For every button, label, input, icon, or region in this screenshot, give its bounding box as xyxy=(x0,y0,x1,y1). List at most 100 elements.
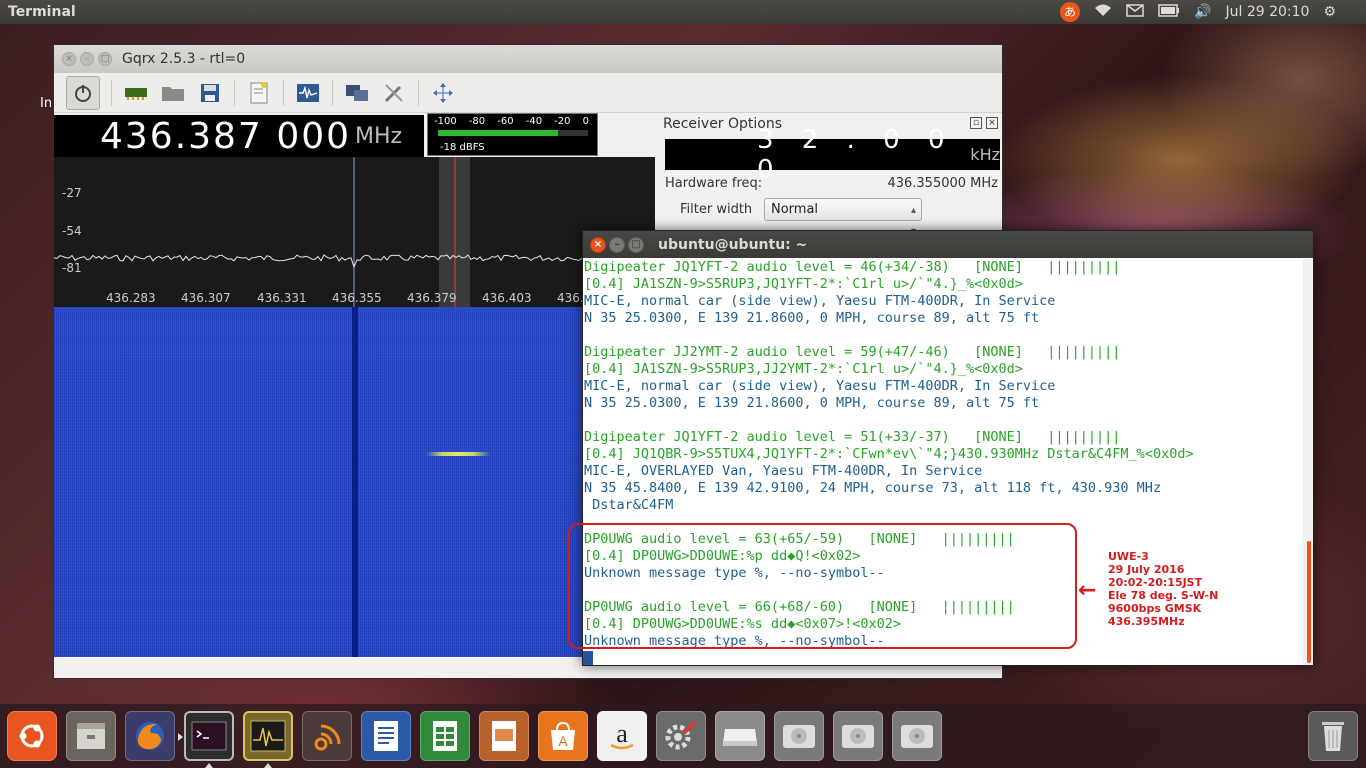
terminal-scrollbar[interactable] xyxy=(1303,259,1313,665)
folder-icon[interactable] xyxy=(160,80,186,106)
network-icon[interactable] xyxy=(302,711,352,761)
hardware-freq-value: 436.355000 MHz xyxy=(887,176,998,191)
smeter-tick: -20 xyxy=(554,116,571,127)
active-app-title: Terminal xyxy=(8,4,76,20)
tools-icon[interactable] xyxy=(381,80,407,106)
fft-settings-icon[interactable] xyxy=(295,80,321,106)
gqrx-titlebar[interactable]: × – □ Gqrx 2.5.3 - rtl=0 xyxy=(54,45,1002,73)
volume-icon[interactable]: 🔊 xyxy=(1194,4,1211,20)
disk-icon[interactable] xyxy=(833,711,883,761)
toolbar-separator xyxy=(234,79,235,106)
minimize-icon[interactable]: – xyxy=(609,236,625,253)
filter-width-value: Normal xyxy=(771,202,819,217)
smeter-tick: -80 xyxy=(468,116,486,127)
terminal-window-title: ubuntu@ubuntu: ~ xyxy=(658,236,808,253)
files-icon[interactable] xyxy=(66,711,116,761)
impress-icon[interactable] xyxy=(479,711,529,761)
running-indicator xyxy=(264,763,272,768)
terminal-line: MIC-E, normal car (side view), Yaesu FTM… xyxy=(584,378,1056,394)
maximize-icon[interactable]: □ xyxy=(628,236,644,253)
frequency-value[interactable]: 436.387 000 xyxy=(100,116,351,157)
smeter-fill xyxy=(438,130,558,136)
hardware-icon[interactable] xyxy=(123,80,149,106)
offset-display[interactable]: 3 2 . 0 0 0 kHz xyxy=(665,125,1000,185)
terminal-line: MIC-E, normal car (side view), Yaesu FTM… xyxy=(584,293,1056,309)
toolbar-separator xyxy=(283,79,284,106)
annotation-arrow: ← xyxy=(1078,578,1097,603)
disk-icon[interactable] xyxy=(892,711,942,761)
signal-meter: -100 -80 -60 -40 -20 0 -18 dBFS xyxy=(427,113,598,156)
gqrx-icon[interactable] xyxy=(243,711,293,768)
terminal-line: N 35 25.0300, E 139 21.8600, 0 MPH, cour… xyxy=(584,310,1040,326)
annotation-line: 9600bps GMSK xyxy=(1108,602,1202,615)
terminal-line: [0.4] JA1SZN-9>S5RUP3,JJ2YMT-2*:`C1rl u>… xyxy=(584,361,1023,377)
terminal-titlebar[interactable]: × – □ ubuntu@ubuntu: ~ xyxy=(583,231,1313,258)
toolbar-separator xyxy=(111,79,112,106)
close-icon[interactable]: × xyxy=(62,52,76,66)
toolbar-separator xyxy=(332,79,333,106)
mail-icon[interactable] xyxy=(1126,3,1144,21)
writer-icon[interactable] xyxy=(361,711,411,761)
annotation-highlight-box xyxy=(568,523,1077,649)
spectrum-plot[interactable]: -27 -54 -81 436.283 436.307 436.331 436.… xyxy=(54,157,655,307)
calc-icon[interactable] xyxy=(420,711,470,761)
annotation-text: UWE-3 29 July 2016 20:02-20:15JST Ele 78… xyxy=(1108,550,1218,628)
spectrum-y-label: -81 xyxy=(62,261,82,275)
spectrum-trace xyxy=(54,157,655,307)
ime-indicator-icon[interactable]: あ xyxy=(1060,2,1081,22)
scrollbar-thumb[interactable] xyxy=(1307,541,1311,663)
filter-width-select[interactable]: Normal ▴▾ xyxy=(764,198,922,237)
offset-unit: kHz xyxy=(970,145,1000,164)
terminal-icon[interactable] xyxy=(178,711,234,768)
running-indicator xyxy=(178,733,183,741)
annotation-line: Ele 78 deg. S-W-N xyxy=(1108,589,1219,602)
annotation-line: 20:02-20:15JST xyxy=(1108,576,1203,589)
close-icon[interactable]: × xyxy=(986,117,998,129)
annotation-line: UWE-3 xyxy=(1108,550,1149,563)
spectrum-y-label: -54 xyxy=(62,224,82,238)
wifi-icon[interactable] xyxy=(1094,3,1112,21)
frequency-display[interactable]: 436.387 000 MHz xyxy=(54,115,424,157)
svg-text:A: A xyxy=(558,733,568,749)
waterfall-signal-burst xyxy=(426,452,490,456)
remote-control-icon[interactable] xyxy=(344,80,370,106)
top-panel: Terminal あ 🔊 Jul 29 20:10 ⚙ xyxy=(0,0,1366,24)
software-center-icon[interactable]: A xyxy=(538,711,588,761)
spectrum-x-label: 436.307 xyxy=(181,291,231,305)
bookmark-icon[interactable] xyxy=(246,80,272,106)
launcher-bar: A a xyxy=(0,704,1366,768)
system-settings-icon[interactable] xyxy=(656,711,706,761)
terminal-line: [0.4] JA1SZN-9>S5RUP3,JQ1YFT-2*:`C1rl u>… xyxy=(584,276,1023,292)
smeter-tick: 0 xyxy=(582,116,589,127)
annotation-line: 29 July 2016 xyxy=(1108,563,1185,576)
amazon-icon[interactable]: a xyxy=(597,711,647,761)
ubuntu-dash-icon[interactable] xyxy=(7,711,57,761)
disk-icon[interactable] xyxy=(774,711,824,761)
clock[interactable]: Jul 29 20:10 xyxy=(1225,4,1309,20)
spectrum-x-label: 436.355 xyxy=(332,291,382,305)
maximize-icon[interactable]: □ xyxy=(98,52,112,66)
power-icon[interactable] xyxy=(66,75,100,110)
save-icon[interactable] xyxy=(197,80,223,106)
indicator-area: あ 🔊 Jul 29 20:10 ⚙ xyxy=(1060,0,1366,24)
smeter-tick: -40 xyxy=(525,116,543,127)
gear-icon[interactable]: ⚙ xyxy=(1323,4,1336,20)
fullscreen-icon[interactable] xyxy=(430,80,456,106)
trash-icon[interactable] xyxy=(1308,711,1358,761)
terminal-line: Digipeater JQ1YFT-2 audio level = 46(+34… xyxy=(584,259,1121,275)
spectrum-x-label: 436.403 xyxy=(482,291,532,305)
spectrum-x-label: 436.331 xyxy=(257,291,307,305)
spectrum-y-label: -27 xyxy=(62,186,82,200)
battery-icon[interactable] xyxy=(1158,3,1180,21)
waterfall-display[interactable] xyxy=(54,307,655,657)
smeter-level-text: -18 dBFS xyxy=(440,142,485,153)
terminal-line: MIC-E, OVERLAYED Van, Yaesu FTM-400DR, I… xyxy=(584,463,983,479)
terminal-line: Digipeater JJ2YMT-2 audio level = 59(+47… xyxy=(584,344,1121,360)
float-panel-icon[interactable]: ▫ xyxy=(970,117,982,129)
frequency-unit: MHz xyxy=(355,123,403,149)
firefox-icon[interactable] xyxy=(125,711,175,761)
close-icon[interactable]: × xyxy=(590,236,606,253)
minimize-icon[interactable]: – xyxy=(80,52,94,66)
drive-icon[interactable] xyxy=(715,711,765,761)
